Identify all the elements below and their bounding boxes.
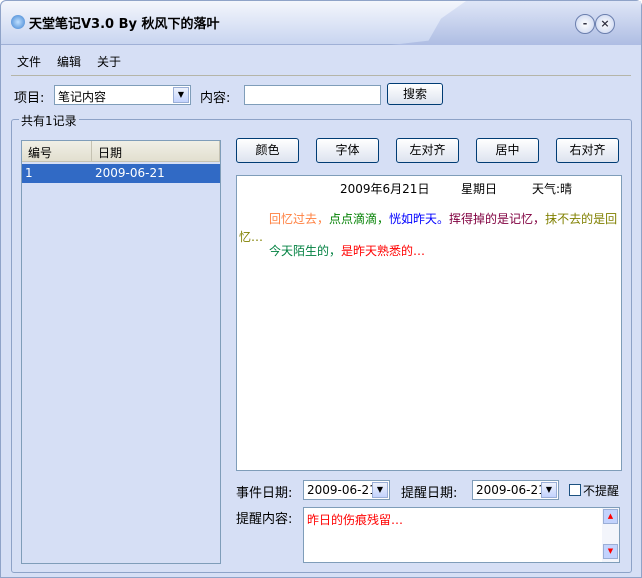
note-line-2: 今天陌生的，是昨天熟悉的… (269, 242, 425, 259)
app-gear-icon (11, 15, 25, 29)
note-weather: 天气:晴 (532, 182, 573, 196)
align-center-button[interactable]: 居中 (476, 138, 539, 163)
column-header-date[interactable]: 日期 (92, 141, 220, 161)
event-date-label: 事件日期: (236, 486, 293, 501)
no-remind-label: 不提醒 (583, 484, 620, 498)
event-date-value: 2009-06-21 (307, 483, 377, 497)
remind-date-label: 提醒日期: (401, 486, 458, 501)
chevron-down-icon[interactable]: ▼ (173, 87, 189, 103)
remind-content-label: 提醒内容: (236, 512, 293, 527)
project-select[interactable]: 笔记内容 ▼ (54, 85, 191, 105)
remind-content-text: 昨日的伤痕残留… (307, 513, 404, 527)
table-row[interactable]: 1 2009-06-21 (22, 164, 220, 183)
row-id: 1 (25, 166, 33, 180)
content-label: 内容: (200, 91, 231, 106)
chevron-down-icon[interactable]: ▼ (372, 482, 388, 498)
note-text-segment: 点点滴滴， (329, 212, 390, 226)
divider (11, 75, 631, 76)
note-editor[interactable]: 2009年6月21日 星期日 天气:晴 回忆过去，点点滴滴，恍如昨天。挥得掉的是… (236, 175, 622, 471)
note-line-1: 回忆过去，点点滴滴，恍如昨天。挥得掉的是记忆，抹不去的是回忆… (239, 210, 619, 246)
align-left-button[interactable]: 左对齐 (396, 138, 459, 163)
remind-content-textarea[interactable]: 昨日的伤痕残留… ▲ ▼ (303, 507, 620, 563)
align-right-button[interactable]: 右对齐 (556, 138, 619, 163)
menu-edit[interactable]: 编辑 (57, 53, 81, 70)
app-window: 天堂笔记V3.0 By 秋风下的落叶 - × 文件 编辑 关于 项目: 笔记内容… (0, 0, 642, 578)
records-list[interactable]: 编号 日期 1 2009-06-21 (21, 140, 221, 564)
menu-bar: 文件 编辑 关于 (17, 53, 121, 70)
records-count-label: 共有1记录 (19, 112, 79, 129)
scrollbar[interactable]: ▲ ▼ (602, 508, 619, 562)
scroll-down-icon[interactable]: ▼ (603, 544, 618, 559)
note-text-segment: 回忆过去， (269, 212, 330, 226)
title-bar: 天堂笔记V3.0 By 秋风下的落叶 - × (1, 1, 641, 45)
menu-about[interactable]: 关于 (97, 53, 121, 70)
minimize-button[interactable]: - (575, 14, 595, 34)
column-header-id[interactable]: 编号 (22, 141, 92, 161)
list-header: 编号 日期 (22, 141, 220, 162)
project-label: 项目: (14, 91, 45, 106)
event-date-picker[interactable]: 2009-06-21 ▼ (303, 480, 390, 500)
project-select-value: 笔记内容 (58, 90, 107, 104)
no-remind-checkbox[interactable] (569, 484, 581, 496)
content-input[interactable] (244, 85, 381, 105)
menu-file[interactable]: 文件 (17, 53, 41, 70)
search-button[interactable]: 搜索 (387, 83, 443, 105)
note-text-segment: 挥得掉的是记忆， (449, 212, 546, 226)
row-date: 2009-06-21 (95, 166, 165, 180)
window-title: 天堂笔记V3.0 By 秋风下的落叶 (29, 17, 220, 32)
note-text-segment: 今天陌生的， (269, 244, 342, 258)
remind-date-picker[interactable]: 2009-06-21 ▼ (472, 480, 559, 500)
note-date: 2009年6月21日 (340, 182, 430, 196)
close-button[interactable]: × (595, 14, 615, 34)
chevron-down-icon[interactable]: ▼ (541, 482, 557, 498)
note-weekday: 星期日 (461, 182, 498, 196)
remind-date-value: 2009-06-21 (476, 483, 546, 497)
note-text-segment: 恍如昨天。 (389, 212, 450, 226)
scroll-up-icon[interactable]: ▲ (603, 509, 618, 524)
note-text-segment: 是昨天熟悉的… (341, 244, 426, 258)
font-button[interactable]: 字体 (316, 138, 379, 163)
color-button[interactable]: 颜色 (236, 138, 299, 163)
